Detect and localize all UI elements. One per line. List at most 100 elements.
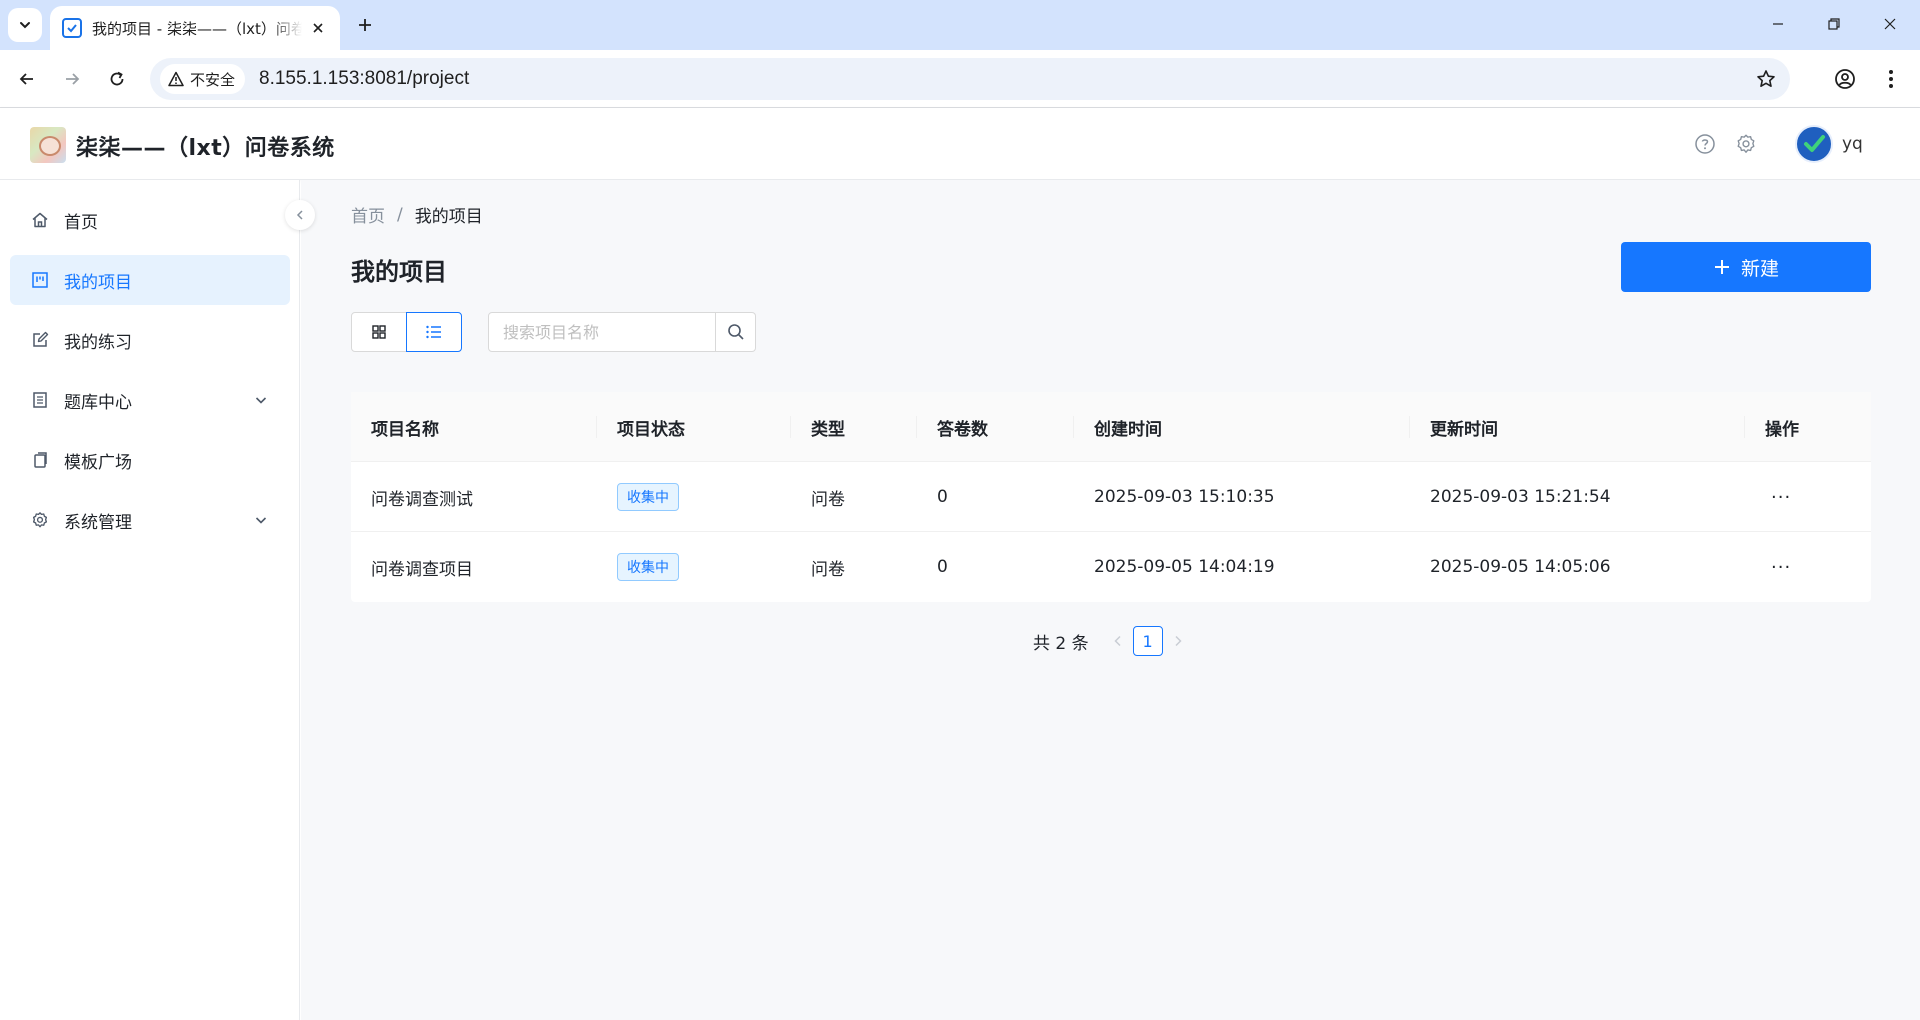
project-name[interactable]: 问卷调查项目 [351,532,597,602]
breadcrumb: 首页 / 我的项目 [351,202,483,228]
more-actions-button[interactable]: ··· [1765,485,1797,510]
breadcrumb-current: 我的项目 [414,207,483,227]
profile-button[interactable] [1830,64,1860,94]
grid-view-button[interactable] [351,312,407,352]
reload-button[interactable] [100,62,134,96]
page-title: 我的项目 [351,258,447,286]
column-header-responses: 答卷数 [917,392,1074,462]
sidebar-item-practice[interactable]: 我的练习 [10,315,290,365]
gear-icon[interactable] [1734,132,1758,156]
search-button[interactable] [716,312,756,352]
gear-icon [30,510,50,530]
updated-time: 2025-09-03 15:21:54 [1430,487,1611,507]
column-header-name: 项目名称 [351,392,597,462]
window-close-button[interactable] [1862,0,1918,48]
sidebar-item-label: 模板广场 [64,452,132,473]
url-text: 8.155.1.153:8081/project [259,68,470,89]
status-cell: 收集中 [597,462,791,532]
more-actions-button[interactable]: ··· [1765,555,1797,580]
minimize-icon [1773,23,1783,25]
project-type: 问卷 [811,489,845,510]
column-header-updated: 更新时间 [1410,392,1745,462]
project-icon [30,270,50,290]
browser-tabstrip: 我的项目 - 柒柒——（lxt）问卷系统 [0,0,1920,50]
app-logo[interactable] [30,127,66,163]
sidebar-item-label: 题库中心 [64,392,132,413]
sidebar-item-home[interactable]: 首页 [10,195,290,245]
plus-icon [359,19,371,31]
browser-tab-active[interactable]: 我的项目 - 柒柒——（lxt）问卷系统 [50,6,340,50]
checkbox-favicon-icon [62,18,82,38]
close-icon [1884,18,1896,30]
pagination: 共 2 条 1 [1033,624,1189,658]
warning-icon [168,71,184,87]
breadcrumb-home[interactable]: 首页 [351,202,385,227]
project-type: 问卷 [811,559,845,580]
new-project-button[interactable]: 新建 [1621,242,1871,292]
response-count: 0 [937,557,948,577]
restore-button[interactable] [1806,0,1862,48]
action-cell: ··· [1745,532,1871,602]
next-page-button[interactable] [1167,626,1189,656]
user-name[interactable]: yq [1842,134,1863,154]
page-number-current[interactable]: 1 [1132,626,1163,656]
arrow-right-icon [66,73,80,85]
main-content: 首页 / 我的项目 我的项目 新建 项目名称 项目状态 类型 答卷数 创建时间 … [301,180,1920,1020]
browser-menu-button[interactable] [1876,64,1906,94]
sidebar-item-label: 我的练习 [64,332,132,353]
column-header-type: 类型 [791,392,917,462]
search-input[interactable] [488,312,716,352]
view-toggle [351,312,463,352]
sidebar-item-label: 系统管理 [64,512,132,533]
tab-search-button[interactable] [8,8,42,42]
column-header-status: 项目状态 [597,392,791,462]
sidebar: 首页 我的项目 我的练习 题库中心 模板广场 系统管理 [0,180,300,1020]
list-icon [426,325,441,339]
browser-toolbar: 不安全 8.155.1.153:8081/project [0,50,1920,108]
sidebar-item-question-bank[interactable]: 题库中心 [10,375,290,425]
restore-icon [1828,18,1840,30]
pagination-total: 共 2 条 [1033,633,1089,654]
new-tab-button[interactable] [350,10,380,40]
table-row[interactable]: 问卷调查测试 收集中 问卷 0 2025-09-03 15:10:35 2025… [351,462,1871,532]
status-cell: 收集中 [597,532,791,602]
sidebar-item-system[interactable]: 系统管理 [10,495,290,545]
close-icon[interactable] [308,18,328,38]
back-button[interactable] [10,62,44,96]
question-bank-icon [30,390,50,410]
chevron-left-icon [296,210,303,220]
breadcrumb-separator: / [397,204,403,225]
sidebar-item-templates[interactable]: 模板广场 [10,435,290,485]
column-header-created: 创建时间 [1074,392,1410,462]
search-icon [727,324,744,340]
home-icon [30,210,50,230]
avatar[interactable] [1795,125,1833,163]
minimize-button[interactable] [1750,0,1806,48]
prev-page-button[interactable] [1107,626,1129,656]
grid-icon [372,325,386,339]
table-header: 项目名称 项目状态 类型 答卷数 创建时间 更新时间 操作 [351,392,1871,462]
project-name[interactable]: 问卷调查测试 [351,462,597,532]
bookmark-star-icon[interactable] [1754,67,1778,91]
address-bar[interactable]: 不安全 8.155.1.153:8081/project [150,58,1790,100]
sidebar-item-label: 首页 [64,212,98,233]
plus-icon [1713,258,1731,276]
list-view-button[interactable] [406,312,462,352]
chevron-down-icon [20,22,30,29]
table-row[interactable]: 问卷调查项目 收集中 问卷 0 2025-09-05 14:04:19 2025… [351,532,1871,602]
arrow-left-icon [19,73,33,85]
security-indicator[interactable]: 不安全 [160,64,246,94]
sidebar-item-projects[interactable]: 我的项目 [10,255,290,305]
updated-time: 2025-09-05 14:05:06 [1430,557,1611,577]
created-time: 2025-09-03 15:10:35 [1094,487,1275,507]
chevron-right-icon [1175,635,1182,647]
security-label: 不安全 [190,70,236,89]
account-circle-icon [1835,69,1855,89]
forward-button[interactable] [55,62,89,96]
chevron-down-icon [252,391,270,409]
help-icon[interactable] [1693,132,1717,156]
sidebar-collapse-button[interactable] [285,200,315,230]
response-count: 0 [937,487,948,507]
app-header: 柒柒——（lxt）问卷系统 yq [0,108,1920,180]
project-search [488,312,756,352]
